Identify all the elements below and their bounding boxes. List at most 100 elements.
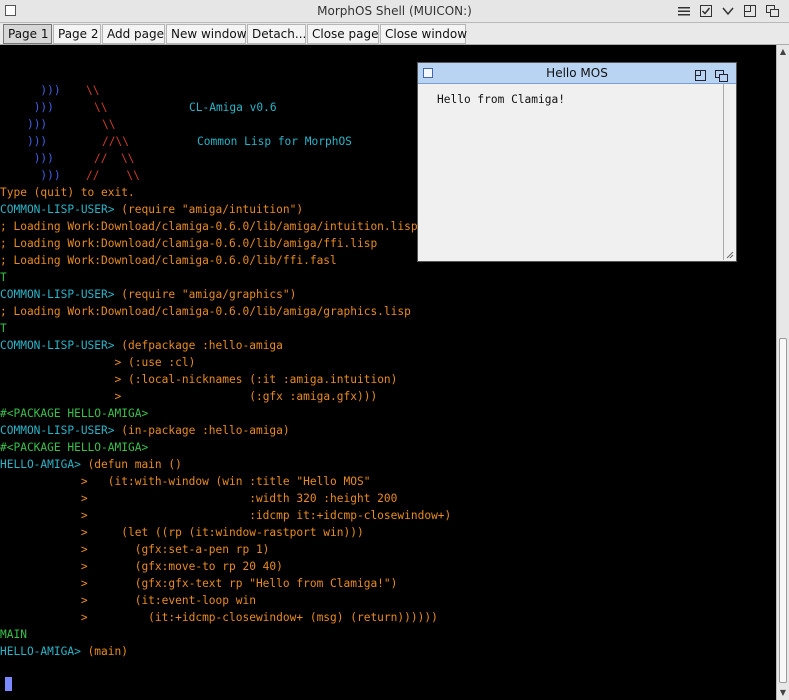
command-text: (require "amiga/intuition") bbox=[114, 203, 304, 216]
new-window-button[interactable]: New window bbox=[166, 24, 247, 44]
output-text: Type (quit) to exit. bbox=[0, 186, 135, 199]
command-text: (gfx:move-to rp 20 40) bbox=[87, 560, 283, 573]
banner-line: ))) \\ CL-Amiga v0.6 bbox=[0, 82, 277, 114]
command-text: (it:+idcmp-closewindow+ (msg) (return)))… bbox=[87, 611, 438, 624]
output-text: T bbox=[0, 322, 7, 335]
depth-icon[interactable] bbox=[715, 67, 728, 82]
prompt: > bbox=[0, 492, 88, 505]
terminal-line: COMMON-LISP-USER> (in-package :hello-ami… bbox=[0, 422, 290, 439]
depth-icon[interactable] bbox=[766, 4, 780, 18]
command-text: (it:event-loop win bbox=[87, 594, 256, 607]
terminal-line: MAIN bbox=[0, 626, 27, 643]
command-text: :idcmp it:+idcmp-closewindow+) bbox=[87, 509, 452, 522]
terminal-line: > (let ((rp (it:window-rastport win))) bbox=[0, 524, 364, 541]
output-text: ; Loading Work:Download/clamiga-0.6.0/li… bbox=[0, 305, 411, 318]
terminal-line: > (it:+idcmp-closewindow+ (msg) (return)… bbox=[0, 609, 438, 626]
checkbox-icon[interactable] bbox=[699, 4, 713, 18]
terminal-line: > (:gfx :amiga.gfx))) bbox=[0, 388, 378, 405]
command-text: (gfx:set-a-pen rp 1) bbox=[87, 543, 270, 556]
terminal-line: #<PACKAGE HELLO-AMIGA> bbox=[0, 439, 148, 456]
tab-page-1[interactable]: Page 1 bbox=[3, 24, 52, 44]
resize-grip-icon[interactable] bbox=[726, 251, 734, 259]
output-text: #<PACKAGE HELLO-AMIGA> bbox=[0, 407, 149, 420]
terminal-line: > (:local-nicknames (:it :amiga.intuitio… bbox=[0, 371, 398, 388]
scroll-down-icon[interactable]: ▼ bbox=[778, 688, 788, 698]
chevron-down-icon[interactable] bbox=[721, 4, 735, 18]
banner-line: ))) \\ bbox=[0, 65, 99, 97]
terminal-line: > (it:with-window (win :title "Hello MOS… bbox=[0, 473, 371, 490]
banner-parens: ))) bbox=[26, 169, 61, 182]
prompt: HELLO-AMIGA> bbox=[0, 458, 81, 471]
output-text: ; Loading Work:Download/clamiga-0.6.0/li… bbox=[0, 220, 418, 233]
detach-button[interactable]: Detach... bbox=[247, 24, 306, 44]
command-text: :width 320 :height 200 bbox=[87, 492, 398, 505]
banner-slashes: \\ bbox=[86, 84, 100, 97]
output-text: T bbox=[0, 271, 7, 284]
page-toolbar: Page 1 Page 2 Add page New window Detach… bbox=[0, 23, 789, 45]
terminal-line: COMMON-LISP-USER> (require "amiga/intuit… bbox=[0, 201, 303, 218]
terminal-line: > (:use :cl) bbox=[0, 354, 196, 371]
zoom-icon[interactable] bbox=[743, 4, 757, 18]
output-text: MAIN bbox=[0, 628, 27, 641]
terminal-line: > (gfx:move-to rp 20 40) bbox=[0, 558, 283, 575]
command-text: (require "amiga/graphics") bbox=[114, 288, 297, 301]
prompt: > bbox=[0, 509, 88, 522]
scroll-up-icon[interactable]: ▲ bbox=[778, 47, 788, 57]
window-border bbox=[723, 84, 724, 260]
command-text: (in-package :hello-amiga) bbox=[114, 424, 290, 437]
menu-icon[interactable] bbox=[677, 4, 691, 18]
prompt: HELLO-AMIGA> bbox=[0, 645, 81, 658]
prompt: > bbox=[0, 356, 122, 369]
terminal-line: ; Loading Work:Download/clamiga-0.6.0/li… bbox=[0, 303, 411, 320]
prompt: > bbox=[0, 577, 88, 590]
zoom-icon[interactable] bbox=[695, 67, 707, 81]
prompt: > bbox=[0, 560, 88, 573]
banner-line: )))//\\ Common Lisp for MorphOS bbox=[0, 116, 352, 148]
terminal-line: COMMON-LISP-USER> (require "amiga/graphi… bbox=[0, 286, 296, 303]
terminal-line: ; Loading Work:Download/clamiga-0.6.0/li… bbox=[0, 218, 418, 235]
window-titlebar[interactable]: MorphOS Shell (MUICON:) bbox=[0, 0, 789, 23]
add-page-button[interactable]: Add page bbox=[102, 24, 165, 44]
scroll-thumb[interactable] bbox=[779, 338, 787, 683]
terminal-line: COMMON-LISP-USER> (defpackage :hello-ami… bbox=[0, 337, 283, 354]
text-cursor bbox=[5, 677, 12, 691]
prompt: > bbox=[0, 526, 88, 539]
command-text: (defun main () bbox=[80, 458, 182, 471]
terminal-line: Type (quit) to exit. bbox=[0, 184, 135, 201]
banner-slashes: \\ bbox=[102, 118, 116, 131]
command-text: (it:with-window (win :title "Hello MOS" bbox=[87, 475, 371, 488]
banner-slashes: \\ bbox=[94, 101, 108, 114]
command-text: (:local-nicknames (:it :amiga.intuition) bbox=[121, 373, 398, 386]
prompt: COMMON-LISP-USER> bbox=[0, 203, 115, 216]
window-title: MorphOS Shell (MUICON:) bbox=[317, 4, 472, 18]
terminal-line: > (it:event-loop win bbox=[0, 592, 256, 609]
banner-line: ))) // \\ bbox=[0, 150, 139, 182]
banner-line: ))) \\ bbox=[0, 99, 116, 131]
prompt: COMMON-LISP-USER> bbox=[0, 288, 115, 301]
prompt: > bbox=[0, 373, 122, 386]
terminal-line: T bbox=[0, 320, 7, 337]
hello-window[interactable]: Hello MOS Hello from Clamiga! bbox=[417, 62, 737, 262]
command-text: (gfx:gfx-text rp "Hello from Clamiga!") bbox=[87, 577, 398, 590]
tab-page-2[interactable]: Page 2 bbox=[53, 24, 101, 44]
terminal-line: > :width 320 :height 200 bbox=[0, 490, 398, 507]
terminal-line: #<PACKAGE HELLO-AMIGA> bbox=[0, 405, 148, 422]
prompt: COMMON-LISP-USER> bbox=[0, 424, 115, 437]
terminal-line: > (gfx:set-a-pen rp 1) bbox=[0, 541, 270, 558]
command-text: (:gfx :amiga.gfx))) bbox=[121, 390, 378, 403]
prompt: > bbox=[0, 611, 88, 624]
terminal-line: > :idcmp it:+idcmp-closewindow+) bbox=[0, 507, 451, 524]
prompt: > bbox=[0, 475, 88, 488]
hello-window-titlebar[interactable]: Hello MOS bbox=[418, 63, 736, 84]
vertical-scrollbar[interactable]: ▲ ▼ bbox=[776, 45, 789, 700]
command-text: (main) bbox=[80, 645, 128, 658]
output-text: #<PACKAGE HELLO-AMIGA> bbox=[0, 441, 149, 454]
prompt: > bbox=[0, 543, 88, 556]
hello-window-title: Hello MOS bbox=[546, 66, 608, 80]
banner-title: CL-Amiga v0.6 bbox=[189, 101, 277, 114]
terminal-line: ; Loading Work:Download/clamiga-0.6.0/li… bbox=[0, 252, 337, 269]
hello-text: Hello from Clamiga! bbox=[437, 93, 565, 106]
close-page-button[interactable]: Close page bbox=[307, 24, 379, 44]
close-window-button[interactable]: Close window bbox=[380, 24, 467, 44]
command-text: (defpackage :hello-amiga bbox=[114, 339, 283, 352]
